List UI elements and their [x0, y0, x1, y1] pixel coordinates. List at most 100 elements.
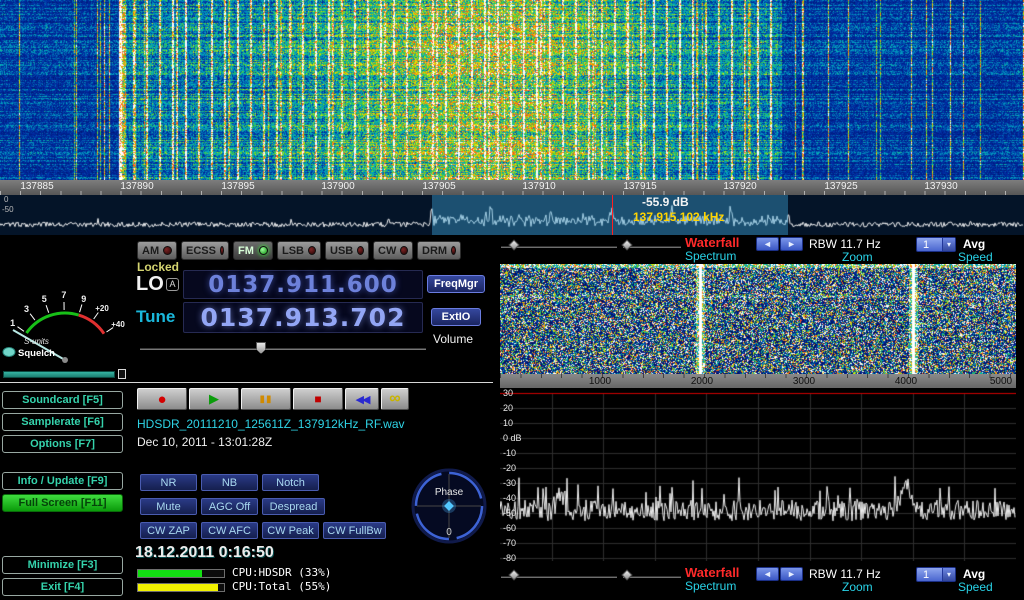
fullscreen-button[interactable]: Full Screen [F11] — [2, 494, 123, 512]
mute-button[interactable]: Mute — [140, 498, 197, 515]
spectrum-tab[interactable]: Spectrum — [685, 250, 736, 263]
mode-led-icon — [163, 246, 172, 255]
cw-zap-button[interactable]: CW ZAP — [140, 522, 197, 539]
notch-button[interactable]: Notch — [262, 474, 319, 491]
soundcard-button[interactable]: Soundcard [F5] — [2, 391, 123, 409]
db-tick: -70 — [503, 538, 516, 548]
freq-tick: 137900 — [321, 181, 354, 192]
mode-am-button[interactable]: AM — [137, 241, 177, 260]
db-tick: 10 — [503, 418, 513, 428]
zoom-label: Zoom — [842, 251, 873, 264]
avg-select[interactable]: 1 ▾ — [916, 237, 956, 252]
avg-select-value: 1 — [917, 239, 942, 251]
squelch-level-bar[interactable] — [3, 371, 115, 378]
pause-button[interactable]: ▮▮ — [241, 388, 291, 410]
db-tick: -50 — [503, 508, 516, 518]
arrow-right-icon: ► — [787, 239, 796, 249]
samplerate-button[interactable]: Samplerate [F6] — [2, 413, 123, 431]
signal-level-readout: -55.9 dB — [642, 196, 689, 209]
mode-fm-button[interactable]: FM — [233, 241, 273, 260]
exit-button[interactable]: Exit [F4] — [2, 578, 123, 596]
avg-select[interactable]: 1 ▾ — [916, 567, 956, 582]
volume-slider-thumb[interactable] — [256, 342, 266, 354]
passband-highlight[interactable] — [432, 195, 788, 235]
rf-frequency-ruler[interactable]: 1000 2000 3000 4000 5000 — [500, 374, 1016, 388]
mode-label: DRM — [422, 245, 447, 257]
scroll-right-button[interactable]: ► — [780, 567, 803, 581]
pause-icon: ▮▮ — [259, 394, 272, 405]
lo-frequency-value[interactable]: 0137.911.600 — [208, 272, 398, 298]
brightness-slider-thumb[interactable] — [621, 239, 632, 250]
stop-icon: ■ — [314, 392, 321, 406]
loop-button[interactable]: ∞ — [381, 388, 409, 410]
brightness-slider-thumb[interactable] — [621, 569, 632, 580]
smeter-tick-label: +20 — [95, 304, 109, 313]
arrow-left-icon: ◄ — [763, 239, 772, 249]
phase-scope: Phase 0 — [405, 462, 493, 550]
rewind-button[interactable]: ◀◀ — [345, 388, 379, 410]
rf-tick: 3000 — [793, 376, 815, 387]
record-button[interactable]: ● — [137, 388, 187, 410]
despread-button[interactable]: Despread — [262, 498, 325, 515]
scroll-right-button[interactable]: ► — [780, 237, 803, 251]
cpu-hdsdr-bar — [137, 569, 225, 578]
recording-timestamp: Dec 10, 2011 - 13:01:28Z — [137, 436, 272, 449]
db-tick: -10 — [503, 448, 516, 458]
mode-ecss-button[interactable]: ECSS — [181, 241, 229, 260]
freq-tick: 137890 — [120, 181, 153, 192]
smeter-tick-label: 1 — [10, 318, 15, 328]
play-button[interactable]: ▶ — [189, 388, 239, 410]
scroll-left-button[interactable]: ◄ — [756, 237, 779, 251]
rf-waterfall-display[interactable] — [500, 264, 1016, 374]
stop-button[interactable]: ■ — [293, 388, 343, 410]
mode-drm-button[interactable]: DRM — [417, 241, 461, 260]
extio-button[interactable]: ExtIO — [431, 308, 481, 326]
strip-db-top-label: 0 — [4, 196, 8, 205]
nb-button[interactable]: NB — [201, 474, 258, 491]
volume-label: Volume — [433, 333, 473, 346]
smeter-tick-label: 7 — [61, 290, 66, 300]
db-tick: 30 — [503, 388, 513, 398]
cpu-hdsdr-label: CPU:HDSDR (33%) — [232, 567, 331, 579]
minimize-button[interactable]: Minimize [F3] — [2, 556, 123, 574]
rf-tick: 2000 — [691, 376, 713, 387]
spectrum-tab[interactable]: Spectrum — [685, 580, 736, 593]
cw-peak-button[interactable]: CW Peak — [262, 522, 319, 539]
cw-afc-button[interactable]: CW AFC — [201, 522, 258, 539]
mode-label: FM — [238, 245, 254, 257]
mode-cw-button[interactable]: CW — [373, 241, 413, 260]
freq-tick: 137895 — [221, 181, 254, 192]
freq-tick: 137920 — [723, 181, 756, 192]
nr-button[interactable]: NR — [140, 474, 197, 491]
frequency-ruler[interactable]: 137885 137890 137895 137900 137905 13791… — [0, 180, 1024, 195]
main-waterfall-display[interactable] — [0, 0, 1024, 180]
zoom-label: Zoom — [842, 581, 873, 594]
volume-slider[interactable] — [140, 347, 426, 350]
rf-spectrum-display[interactable] — [500, 389, 1016, 561]
squelch-handle[interactable] — [118, 369, 126, 379]
agc-button[interactable]: AGC Off — [201, 498, 258, 515]
divider — [0, 382, 493, 383]
freq-tick: 137925 — [824, 181, 857, 192]
cw-fullbw-button[interactable]: CW FullBw — [323, 522, 386, 539]
contrast-slider-thumb[interactable] — [508, 239, 519, 250]
squelch-knob[interactable] — [3, 348, 15, 357]
lo-frequency-display[interactable]: 0137.911.600 — [183, 270, 423, 299]
lo-label: LO — [136, 273, 164, 295]
tune-label: Tune — [136, 308, 175, 327]
lo-lock-badge[interactable]: A — [166, 278, 179, 291]
contrast-slider-thumb[interactable] — [508, 569, 519, 580]
mode-lsb-button[interactable]: LSB — [277, 241, 321, 260]
freq-tick: 137910 — [522, 181, 555, 192]
tune-frequency-value[interactable]: 0137.913.702 — [201, 303, 406, 332]
db-tick: 0 dB — [503, 433, 522, 443]
arrow-left-icon: ◄ — [763, 569, 772, 579]
info-update-button[interactable]: Info / Update [F9] — [2, 472, 123, 490]
options-button[interactable]: Options [F7] — [2, 435, 123, 453]
mode-usb-button[interactable]: USB — [325, 241, 369, 260]
chevron-down-icon: ▾ — [942, 568, 955, 581]
scroll-left-button[interactable]: ◄ — [756, 567, 779, 581]
tune-frequency-display[interactable]: 0137.913.702 — [183, 302, 423, 333]
freqmgr-button[interactable]: FreqMgr — [427, 275, 485, 293]
smeter-tick-label: +40 — [111, 320, 125, 329]
